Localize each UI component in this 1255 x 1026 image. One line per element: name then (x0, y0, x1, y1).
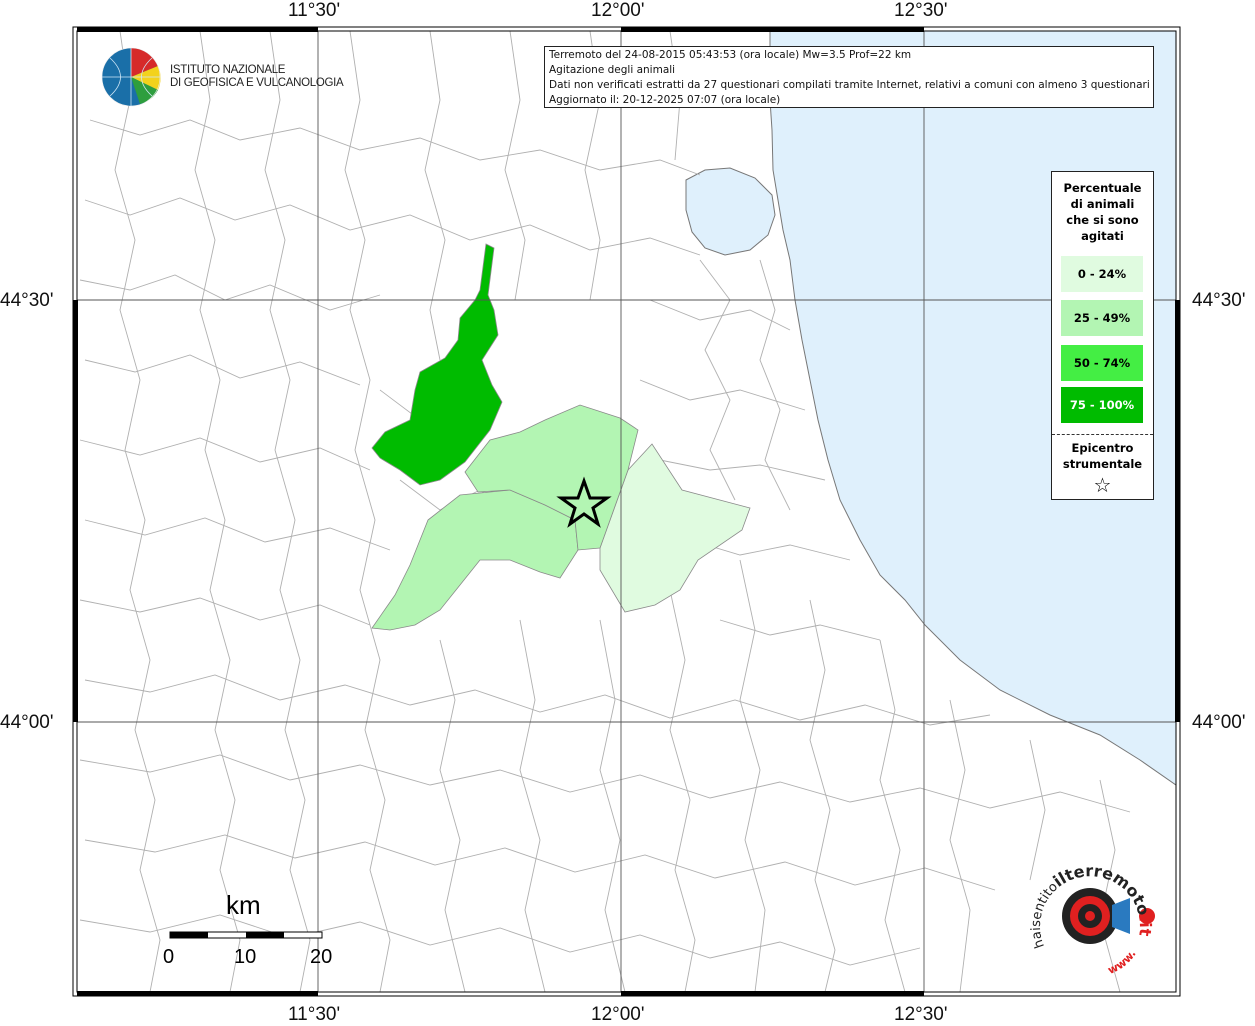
haisentito-watermark-text: haisentitoilterremoto .it www. (1029, 861, 1155, 977)
svg-text:www.: www. (1106, 947, 1139, 977)
watermark-main: ilterremoto (1050, 861, 1154, 917)
watermark-prefix: haisentito (1029, 879, 1061, 950)
watermark-suffix: .it (1135, 914, 1155, 937)
svg-text:haisentitoilterremoto.it: haisentitoilterremoto .it (1029, 861, 1155, 950)
watermark-www: www. (1106, 947, 1139, 977)
